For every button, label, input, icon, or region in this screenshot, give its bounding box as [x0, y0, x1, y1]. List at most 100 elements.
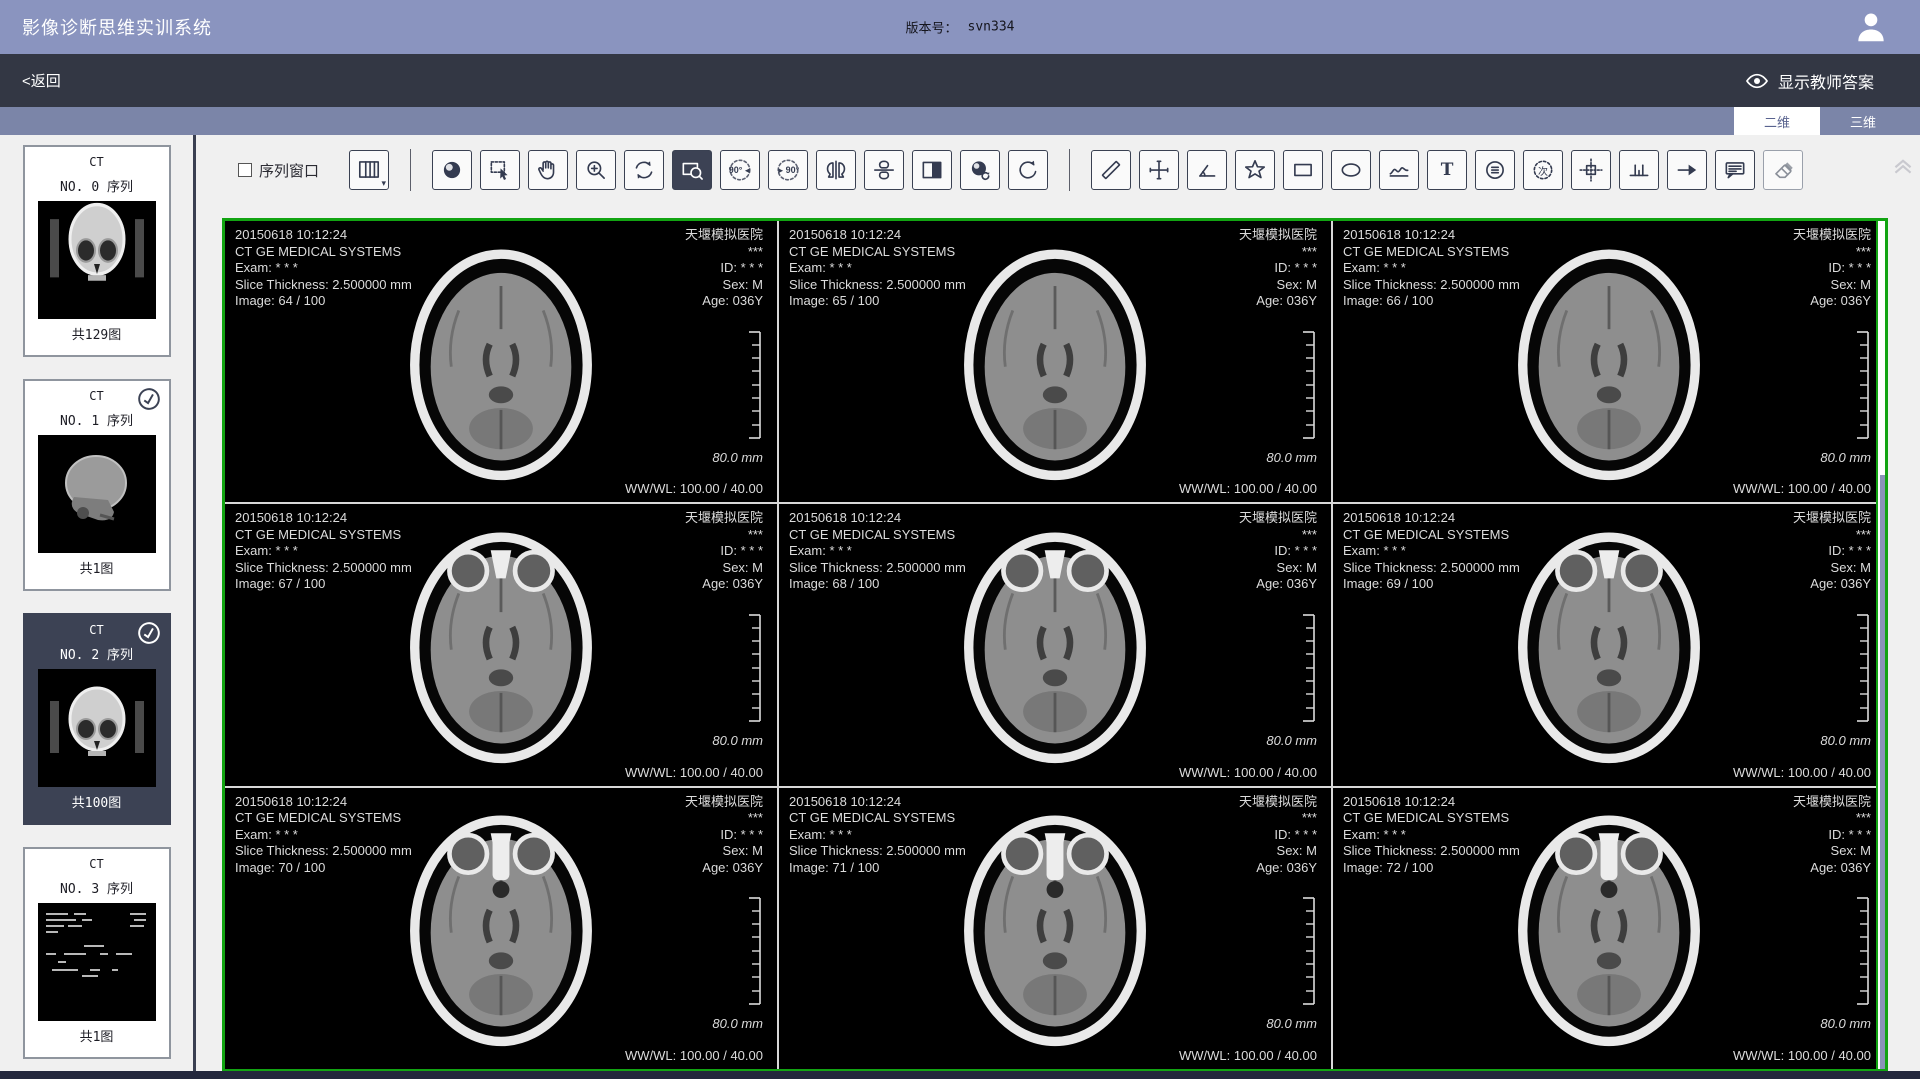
check-icon	[135, 385, 163, 413]
tile-sex: Sex: M	[685, 277, 763, 294]
series-card[interactable]: CT NO. 2 序列	[23, 613, 171, 825]
ruler-length-label: 80.0 mm	[1266, 733, 1317, 748]
rectangle-icon	[1290, 157, 1316, 183]
select-button[interactable]	[480, 150, 520, 190]
viewport-tile[interactable]: 20150618 10:12:24 CT GE MEDICAL SYSTEMS …	[225, 788, 777, 1069]
star-icon	[1242, 157, 1268, 183]
tile-scale-ruler: 80.0 mm	[1266, 614, 1317, 748]
series-image-count: 共1图	[25, 1026, 169, 1045]
tile-device: CT GE MEDICAL SYSTEMS	[1343, 527, 1520, 544]
tile-sex: Sex: M	[1239, 277, 1317, 294]
series-card[interactable]: CT NO. 0 序列	[23, 145, 171, 357]
back-button[interactable]: <返回	[22, 70, 61, 91]
refresh-button[interactable]	[1008, 150, 1048, 190]
tile-masked: ***	[1793, 244, 1871, 261]
series-image-count: 共1图	[25, 558, 169, 577]
tile-scale-ruler: 80.0 mm	[1820, 897, 1871, 1031]
profile-icon	[1626, 157, 1652, 183]
zoom-in-button[interactable]	[576, 150, 616, 190]
tile-info-top-left: 20150618 10:12:24 CT GE MEDICAL SYSTEMS …	[235, 794, 412, 877]
ct-slice-image	[393, 518, 609, 771]
series-thumbnail	[38, 435, 156, 553]
invert-button[interactable]	[912, 150, 952, 190]
cross-measure-button[interactable]	[1139, 150, 1179, 190]
flip-horizontal-button[interactable]	[816, 150, 856, 190]
rectangle-roi-button[interactable]	[1283, 150, 1323, 190]
profile-histogram-button[interactable]	[1619, 150, 1659, 190]
view-mode-tab[interactable]: 三维	[1820, 107, 1906, 135]
scrollbar-thumb[interactable]	[1880, 475, 1885, 1069]
curve-roi-button[interactable]	[1379, 150, 1419, 190]
tile-window-level: WW/WL: 100.00 / 40.00	[625, 765, 763, 780]
rotate-button[interactable]	[624, 150, 664, 190]
viewport-tile[interactable]: 20150618 10:12:24 CT GE MEDICAL SYSTEMS …	[225, 504, 777, 785]
window-level-button[interactable]	[432, 150, 472, 190]
tile-exam: Exam: * * *	[235, 827, 412, 844]
tile-info-top-right: 天堰模拟医院 *** ID: * * * Sex: M Age: 036Y	[1793, 510, 1871, 593]
view-mode-tab[interactable]: 二维	[1734, 107, 1820, 135]
series-card[interactable]: CT NO. 3 序列	[23, 847, 171, 1059]
angle-measure-button[interactable]	[1187, 150, 1227, 190]
series-name: NO. 0 序列	[25, 176, 169, 195]
text-annotation-button[interactable]: T	[1427, 150, 1467, 190]
flip-vertical-button[interactable]	[864, 150, 904, 190]
ellipse-roi-button[interactable]	[1331, 150, 1371, 190]
eraser-button[interactable]	[1763, 150, 1803, 190]
tile-image-index: Image: 70 / 100	[235, 860, 412, 877]
series-layout-button[interactable]: ▾	[349, 150, 389, 190]
sinus-overlay	[1601, 837, 1618, 898]
dashed-circle-button[interactable]: 次	[1523, 150, 1563, 190]
ct-slice-image	[1501, 235, 1717, 488]
tile-image-index: Image: 72 / 100	[1343, 860, 1520, 877]
tile-patient-id: ID: * * *	[685, 543, 763, 560]
viewport-tile[interactable]: 20150618 10:12:24 CT GE MEDICAL SYSTEMS …	[779, 504, 1331, 785]
ruler-ticks-icon	[1855, 331, 1871, 439]
tile-window-level: WW/WL: 100.00 / 40.00	[1733, 1048, 1871, 1063]
circle-annotation-button[interactable]	[1475, 150, 1515, 190]
series-window-toggle[interactable]: 序列窗口	[238, 160, 319, 181]
tile-hospital: 天堰模拟医院	[1239, 227, 1317, 244]
tile-masked: ***	[1239, 244, 1317, 261]
series-window-checkbox[interactable]	[238, 163, 252, 177]
tile-info-top-left: 20150618 10:12:24 CT GE MEDICAL SYSTEMS …	[235, 227, 412, 310]
comment-button[interactable]	[1715, 150, 1755, 190]
viewport-tile[interactable]: 20150618 10:12:24 CT GE MEDICAL SYSTEMS …	[1333, 221, 1885, 502]
viewer-scrollbar[interactable]	[1876, 221, 1885, 1069]
tile-scale-ruler: 80.0 mm	[1820, 614, 1871, 748]
curve-icon	[1386, 157, 1412, 183]
app-title: 影像诊断思维实训系统	[22, 14, 212, 40]
viewport-tile[interactable]: 20150618 10:12:24 CT GE MEDICAL SYSTEMS …	[1333, 788, 1885, 1069]
center-crosshair-button[interactable]	[1571, 150, 1611, 190]
rotate-right-90-button[interactable]: ►90°	[768, 150, 808, 190]
tile-exam: Exam: * * *	[789, 260, 966, 277]
crosshair-box-icon	[1578, 157, 1604, 183]
nav-bar: <返回 显示教师答案	[0, 54, 1920, 107]
ruler-ticks-icon	[1855, 614, 1871, 722]
rotate-left-90-button[interactable]: 90°◄	[720, 150, 760, 190]
viewport-tile[interactable]: 20150618 10:12:24 CT GE MEDICAL SYSTEMS …	[779, 788, 1331, 1069]
viewport-tile[interactable]: 20150618 10:12:24 CT GE MEDICAL SYSTEMS …	[1333, 504, 1885, 785]
rotate-left-90-label: 90°	[729, 165, 743, 175]
tile-thickness: Slice Thickness: 2.500000 mm	[1343, 560, 1520, 577]
user-avatar-icon[interactable]	[1852, 8, 1890, 46]
tile-window-level: WW/WL: 100.00 / 40.00	[1179, 481, 1317, 496]
collapse-toolbar-chevron-icon[interactable]	[1890, 151, 1916, 177]
version-value: svn334	[968, 20, 1015, 35]
zoom-region-button[interactable]	[672, 150, 712, 190]
cross-measure-icon	[1146, 157, 1172, 183]
arrow-annotation-button[interactable]	[1667, 150, 1707, 190]
window-reset-button[interactable]	[960, 150, 1000, 190]
viewport-tile[interactable]: 20150618 10:12:24 CT GE MEDICAL SYSTEMS …	[779, 221, 1331, 502]
tile-device: CT GE MEDICAL SYSTEMS	[789, 527, 966, 544]
length-measure-button[interactable]	[1091, 150, 1131, 190]
version-info: 版本号： svn334	[906, 18, 1015, 37]
pan-button[interactable]	[528, 150, 568, 190]
star-polygon-button[interactable]	[1235, 150, 1275, 190]
viewport-tile[interactable]: 20150618 10:12:24 CT GE MEDICAL SYSTEMS …	[225, 221, 777, 502]
tile-thickness: Slice Thickness: 2.500000 mm	[1343, 277, 1520, 294]
series-card[interactable]: CT NO. 1 序列	[23, 379, 171, 591]
tile-masked: ***	[685, 810, 763, 827]
show-answer-button[interactable]: 显示教师答案	[1745, 69, 1874, 93]
ruler-ticks-icon	[1301, 331, 1317, 439]
series-sidebar: CT NO. 0 序列	[0, 135, 196, 1079]
